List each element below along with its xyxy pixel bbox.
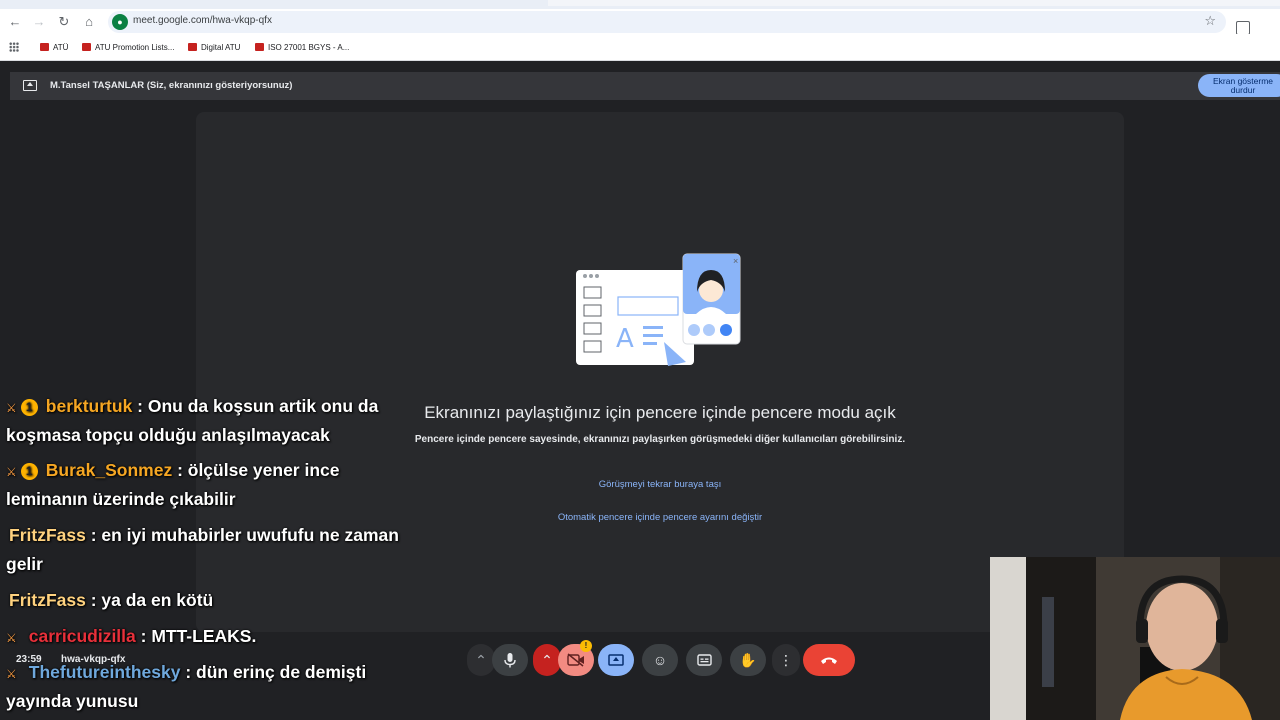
audio-options-button[interactable]: ⌃ (467, 644, 495, 676)
site-info-icon[interactable]: ● (112, 14, 128, 30)
sword-badge-icon: ⚔ (6, 631, 17, 645)
chat-message-continuation: koşmasa topçu olduğu anlaşılmayacak (6, 425, 330, 445)
sword-badge-icon: ⚔ (6, 667, 17, 681)
chat-message: FritzFass : ya da en kötü (9, 586, 213, 615)
apps-grid-icon[interactable] (9, 42, 19, 52)
emoji-reactions-button[interactable]: ☺ (642, 644, 678, 676)
chat-username: Thefutureinthesky (28, 662, 181, 682)
microphone-icon (504, 653, 516, 668)
chat-message-continuation: gelir (6, 554, 43, 574)
bookmark-item[interactable]: ATU Promotion Lists... (82, 41, 174, 54)
address-bar[interactable]: ● meet.google.com/hwa-vkqp-qfx ☆ (108, 11, 1226, 33)
end-call-icon (821, 657, 837, 664)
bookmark-item[interactable]: ISO 27001 BGYS - A... (255, 41, 349, 54)
chevron-up-icon: ⌃ (541, 652, 553, 668)
pip-illustration: A × (576, 253, 741, 366)
chat-text: : ölçülse yener ince (172, 460, 340, 480)
presenting-text: M.Tansel TAŞANLAR (Siz, ekranınızı göste… (50, 80, 293, 91)
chat-username: FritzFass (9, 525, 86, 545)
sword-badge-icon: ⚔ (6, 401, 17, 415)
chat-text: : en iyi muhabirler uwufufu ne zaman (85, 525, 399, 545)
pip-description: Pencere içinde pencere sayesinde, ekranı… (414, 434, 906, 445)
forward-icon[interactable]: → (30, 13, 48, 31)
bookmark-favicon-icon (40, 43, 49, 51)
bookmark-favicon-icon (255, 43, 264, 51)
subscriber-badge-icon: 1 (20, 399, 38, 416)
chat-text: : ya da en kötü (85, 590, 214, 610)
webcam-feed (990, 557, 1280, 720)
chat-message-continuation: yayında yunusu (6, 691, 139, 711)
chat-text: : Onu da koşsun artik onu da (132, 396, 379, 416)
warning-badge-icon: ! (580, 640, 592, 652)
bookmark-favicon-icon (82, 43, 91, 51)
webcam-image (990, 557, 1280, 720)
present-screen-button[interactable] (598, 644, 634, 676)
chat-message: ⚔ 1 Burak_Sonmez : ölçülse yener ince (6, 456, 340, 487)
chat-text: : dün erinç de demişti (180, 662, 367, 682)
chat-username: berkturtuk (45, 396, 133, 416)
bookmarks-bar: ATÜ ATU Promotion Lists... Digital ATU I… (0, 34, 1280, 61)
svg-text:×: × (733, 256, 738, 266)
more-options-button[interactable]: ⋮ (772, 644, 800, 676)
chat-text: : MTT-LEAKS. (135, 626, 257, 646)
present-screen-icon (608, 654, 624, 666)
home-icon[interactable]: ⌂ (80, 13, 98, 31)
tab-strip (0, 0, 1280, 9)
svg-text:A: A (616, 324, 634, 354)
sword-badge-icon: ⚔ (6, 465, 17, 479)
chevron-up-icon: ⌃ (475, 652, 487, 668)
leave-call-button[interactable] (803, 644, 855, 676)
more-vert-icon: ⋮ (779, 652, 793, 668)
reload-icon[interactable]: ↻ (55, 13, 73, 31)
browser-toolbar: ← → ↻ ⌂ ● meet.google.com/hwa-vkqp-qfx ☆ (0, 9, 1280, 35)
captions-button[interactable] (686, 644, 722, 676)
chat-message: ⚔ 1 berkturtuk : Onu da koşsun artik onu d… (6, 392, 378, 423)
subscriber-badge-icon: 1 (20, 463, 38, 480)
video-options-button[interactable]: ⌃ (533, 644, 561, 676)
chat-message: ⚔ carricudizilla : MTT-LEAKS. (6, 622, 256, 653)
raise-hand-icon: ✋ (739, 652, 757, 668)
camera-off-icon (567, 653, 584, 667)
chat-message-continuation: leminanın üzerinde çıkabilir (6, 489, 236, 509)
raise-hand-button[interactable]: ✋ (730, 644, 766, 676)
emoji-icon: ☺ (652, 652, 668, 668)
camera-off-button[interactable]: ! (558, 640, 594, 676)
stop-sharing-button[interactable]: Ekran gösterme durdur (1198, 74, 1280, 97)
microphone-button[interactable] (492, 644, 528, 676)
present-screen-icon (23, 80, 37, 91)
chat-username: carricudizilla (28, 626, 136, 646)
chat-username: Burak_Sonmez (45, 460, 173, 480)
chat-message: ⚔ Thefutureinthesky : dün erinç de demişt… (6, 658, 366, 689)
chat-username: FritzFass (9, 590, 86, 610)
bookmark-item[interactable]: Digital ATU (188, 41, 240, 54)
extensions-icon[interactable] (1236, 21, 1250, 35)
bookmark-item[interactable]: ATÜ (40, 41, 68, 54)
presenting-banner: M.Tansel TAŞANLAR (Siz, ekranınızı göste… (10, 72, 1280, 100)
captions-icon (696, 654, 712, 666)
bookmark-star-icon[interactable]: ☆ (1204, 13, 1216, 29)
pip-notice-panel: A × Ekranınızı paylaştığınız için pencer… (196, 112, 1124, 632)
bookmark-favicon-icon (188, 43, 197, 51)
back-icon[interactable]: ← (6, 13, 24, 31)
chat-message: FritzFass : en iyi muhabirler uwufufu ne… (9, 521, 399, 550)
url-text: meet.google.com/hwa-vkqp-qfx (133, 15, 272, 26)
